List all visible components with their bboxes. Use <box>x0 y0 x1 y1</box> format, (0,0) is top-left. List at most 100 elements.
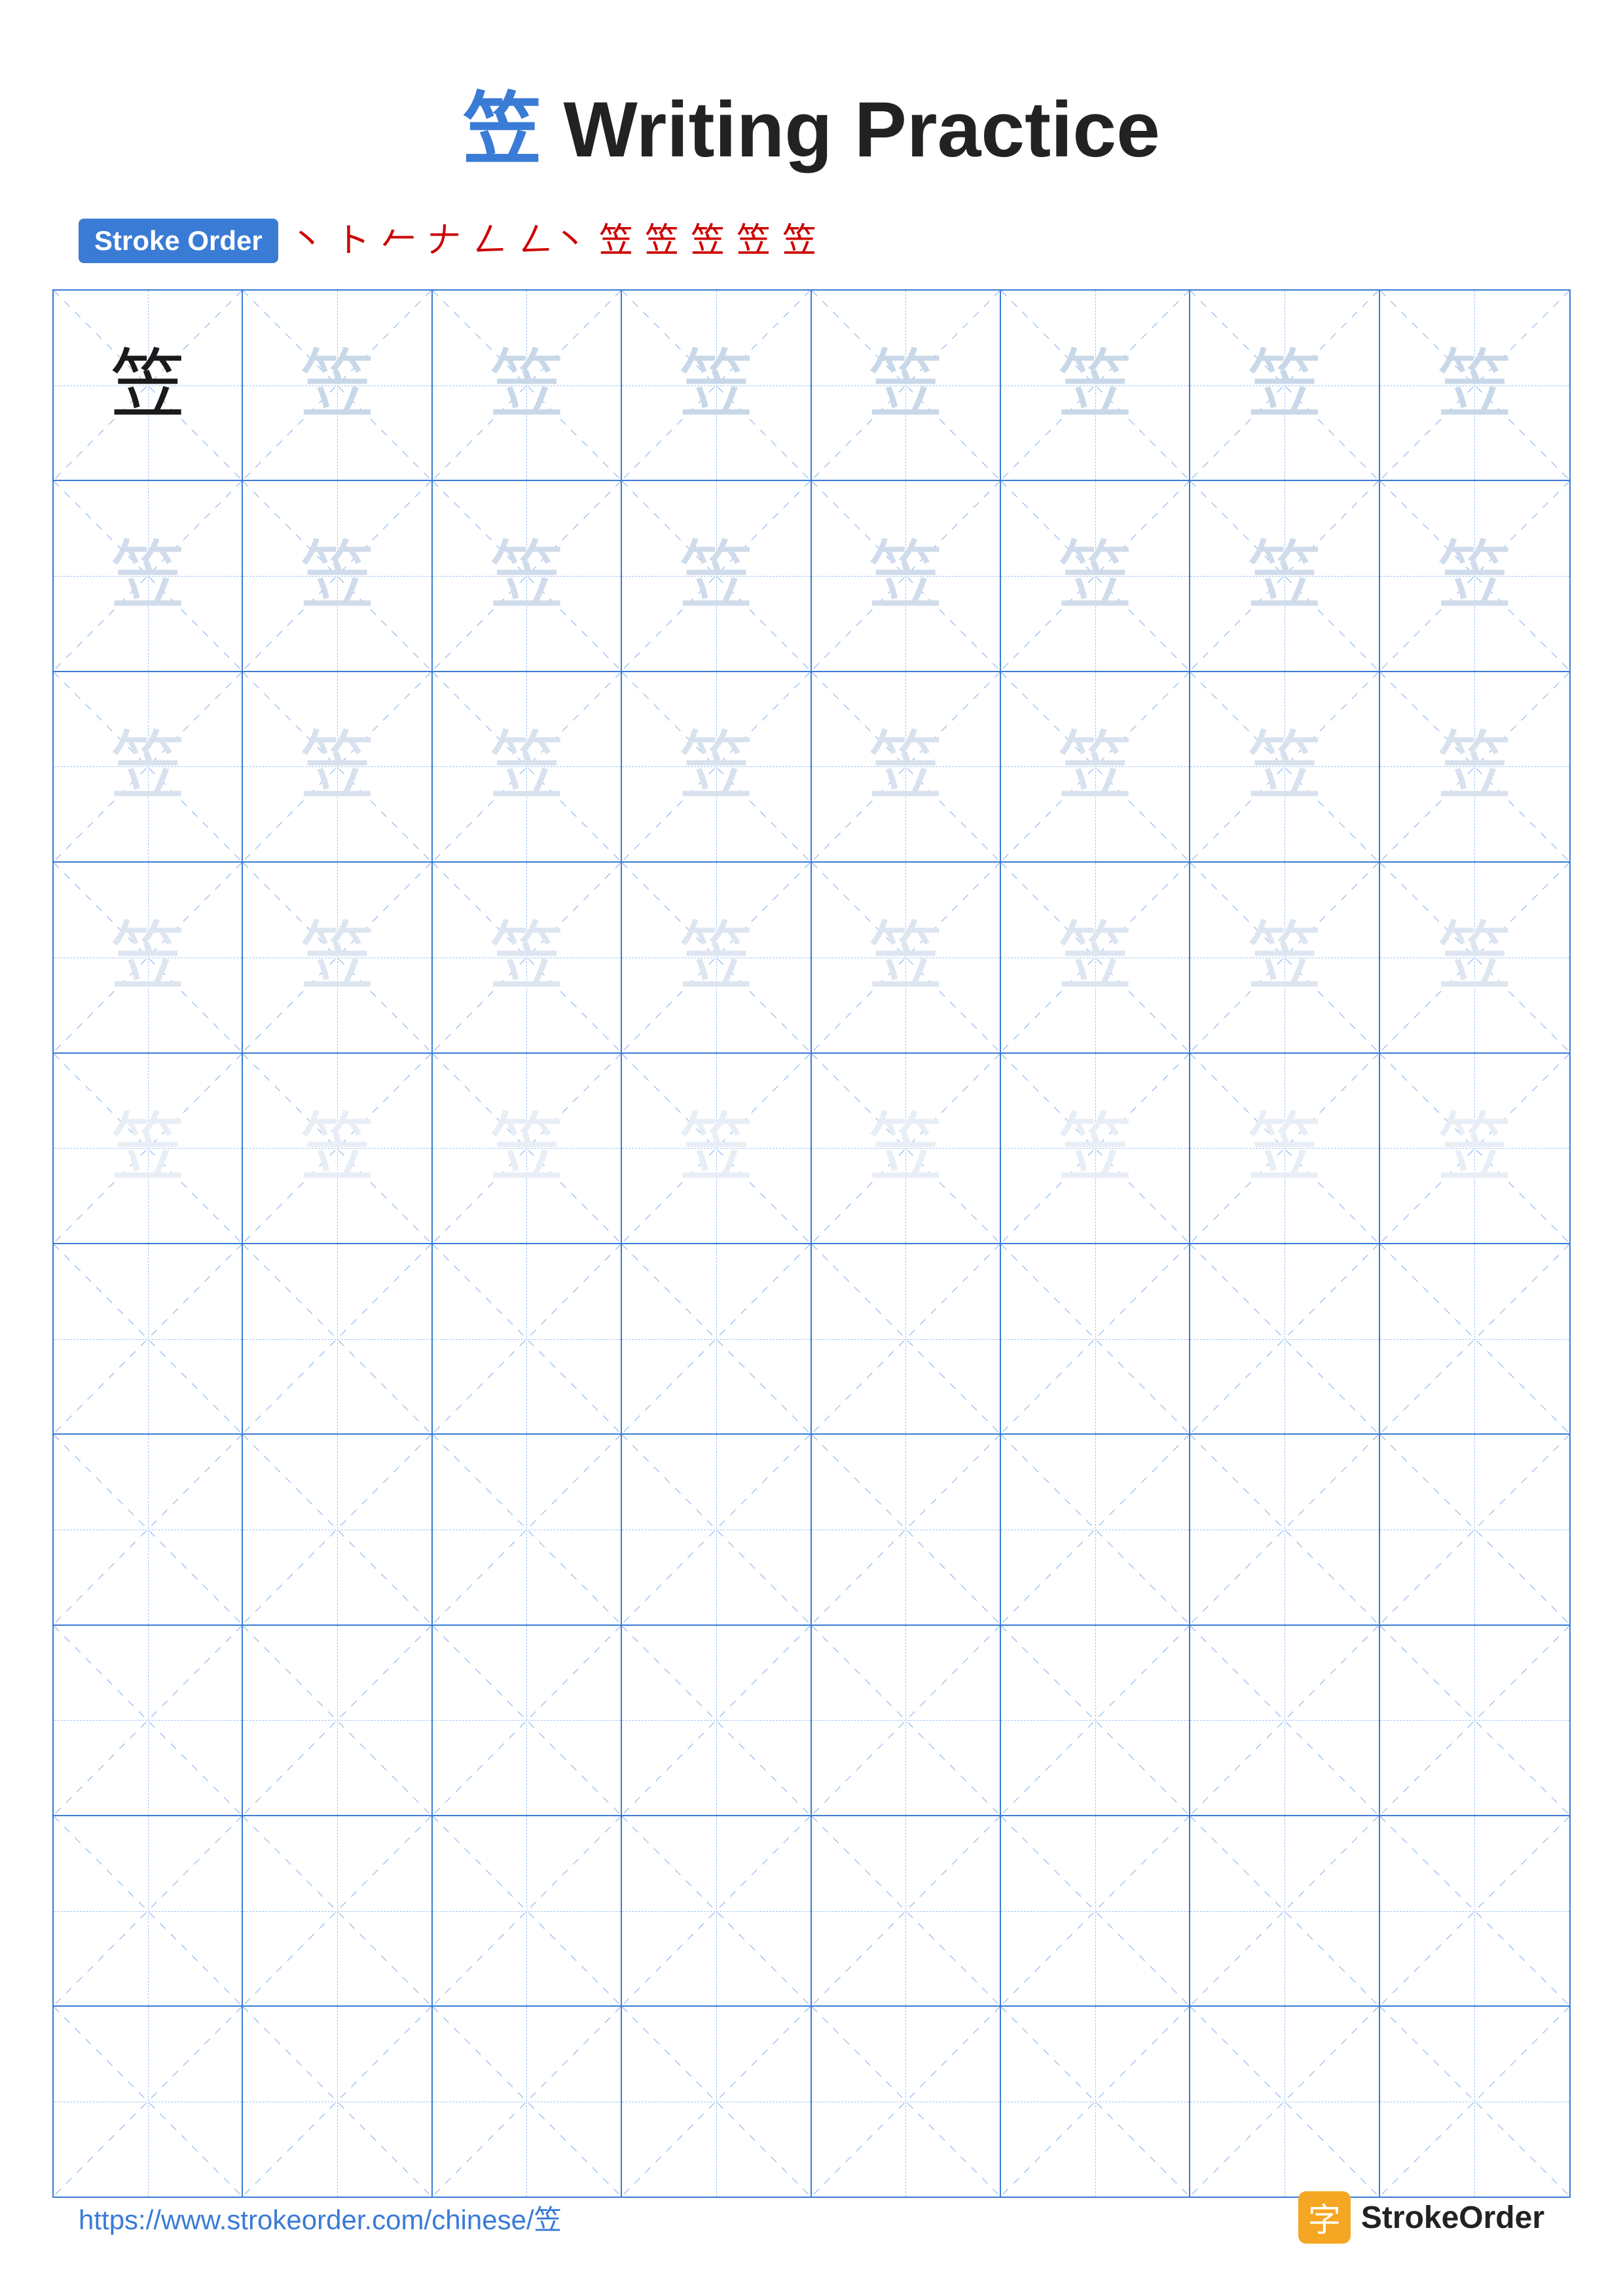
grid-row-1: 笠 笠 笠 笠 笠 笠 笠 笠 <box>54 291 1569 481</box>
grid-cell[interactable]: 笠 <box>1380 481 1569 670</box>
cell-char: 笠 <box>1247 1111 1322 1186</box>
grid-cell[interactable]: 笠 <box>243 291 432 480</box>
grid-cell[interactable] <box>1380 1244 1569 1433</box>
grid-cell[interactable] <box>433 1244 622 1433</box>
cell-char: 笠 <box>489 1111 564 1186</box>
grid-cell[interactable]: 笠 <box>1190 481 1379 670</box>
cell-char: 笠 <box>868 729 943 804</box>
grid-cell[interactable]: 笠 <box>433 291 622 480</box>
grid-cell[interactable]: 笠 <box>54 672 243 861</box>
grid-cell[interactable] <box>1001 1816 1190 2005</box>
grid-cell[interactable] <box>622 2007 811 2196</box>
grid-cell[interactable] <box>622 1244 811 1433</box>
grid-cell[interactable]: 笠 <box>1380 291 1569 480</box>
grid-cell[interactable]: 笠 <box>54 291 243 480</box>
grid-cell[interactable] <box>1001 1626 1190 1815</box>
grid-cell[interactable] <box>433 2007 622 2196</box>
grid-cell[interactable] <box>54 1626 243 1815</box>
grid-cell[interactable]: 笠 <box>1380 1054 1569 1243</box>
grid-cell[interactable]: 笠 <box>243 481 432 670</box>
grid-cell[interactable] <box>1380 1816 1569 2005</box>
grid-cell[interactable] <box>812 2007 1001 2196</box>
grid-cell[interactable] <box>243 1626 432 1815</box>
grid-cell[interactable] <box>54 1816 243 2005</box>
grid-cell[interactable]: 笠 <box>622 1054 811 1243</box>
grid-cell[interactable]: 笠 <box>1190 863 1379 1052</box>
grid-cell[interactable]: 笠 <box>1001 863 1190 1052</box>
grid-cell[interactable]: 笠 <box>54 481 243 670</box>
stroke-step-2: ト <box>336 224 370 258</box>
grid-cell[interactable]: 笠 <box>54 863 243 1052</box>
grid-cell[interactable] <box>812 1816 1001 2005</box>
grid-cell[interactable] <box>433 1626 622 1815</box>
grid-cell[interactable]: 笠 <box>243 672 432 861</box>
grid-cell[interactable]: 笠 <box>1001 672 1190 861</box>
grid-row-10 <box>54 2007 1569 2196</box>
stroke-step-11: 笠 <box>782 224 816 258</box>
practice-grid: 笠 笠 笠 笠 笠 笠 笠 笠 <box>52 289 1571 2198</box>
grid-cell[interactable] <box>1190 1244 1379 1433</box>
cell-char: 笠 <box>1437 539 1512 614</box>
stroke-step-6: 𠃋丶 <box>519 224 587 258</box>
grid-cell[interactable] <box>1380 2007 1569 2196</box>
grid-cell[interactable] <box>1190 2007 1379 2196</box>
grid-cell[interactable]: 笠 <box>433 481 622 670</box>
grid-cell[interactable]: 笠 <box>1380 672 1569 861</box>
grid-cell[interactable]: 笠 <box>1001 481 1190 670</box>
grid-cell[interactable]: 笠 <box>243 863 432 1052</box>
grid-cell[interactable] <box>1190 1626 1379 1815</box>
grid-cell[interactable] <box>1001 1244 1190 1433</box>
grid-cell[interactable]: 笠 <box>54 1054 243 1243</box>
cell-char: 笠 <box>1057 920 1133 995</box>
grid-cell[interactable] <box>1001 1435 1190 1624</box>
grid-cell[interactable]: 笠 <box>622 291 811 480</box>
cell-char: 笠 <box>1057 348 1133 423</box>
grid-cell[interactable]: 笠 <box>1190 291 1379 480</box>
grid-cell[interactable] <box>1380 1435 1569 1624</box>
grid-cell[interactable]: 笠 <box>243 1054 432 1243</box>
cell-char: 笠 <box>1437 348 1512 423</box>
cell-char: 笠 <box>868 348 943 423</box>
grid-cell[interactable] <box>243 2007 432 2196</box>
grid-cell[interactable] <box>812 1626 1001 1815</box>
grid-cell[interactable] <box>622 1816 811 2005</box>
grid-cell[interactable]: 笠 <box>1001 291 1190 480</box>
stroke-step-10: 笠 <box>737 224 771 258</box>
grid-cell[interactable] <box>812 1435 1001 1624</box>
grid-cell[interactable]: 笠 <box>812 863 1001 1052</box>
grid-cell[interactable]: 笠 <box>812 291 1001 480</box>
grid-cell[interactable]: 笠 <box>433 672 622 861</box>
grid-cell[interactable]: 笠 <box>1190 1054 1379 1243</box>
grid-cell[interactable]: 笠 <box>433 1054 622 1243</box>
grid-cell[interactable] <box>433 1435 622 1624</box>
grid-cell[interactable] <box>433 1816 622 2005</box>
grid-cell[interactable] <box>1001 2007 1190 2196</box>
grid-cell[interactable]: 笠 <box>622 481 811 670</box>
grid-cell[interactable] <box>243 1816 432 2005</box>
grid-cell[interactable] <box>622 1435 811 1624</box>
grid-cell[interactable]: 笠 <box>1380 863 1569 1052</box>
grid-cell[interactable] <box>243 1435 432 1624</box>
grid-cell[interactable] <box>54 1244 243 1433</box>
stroke-order-badge: Stroke Order <box>79 219 278 263</box>
grid-cell[interactable]: 笠 <box>812 672 1001 861</box>
grid-cell[interactable] <box>1380 1626 1569 1815</box>
grid-cell[interactable]: 笠 <box>622 672 811 861</box>
grid-cell[interactable]: 笠 <box>1190 672 1379 861</box>
grid-cell[interactable]: 笠 <box>1001 1054 1190 1243</box>
grid-cell[interactable] <box>54 2007 243 2196</box>
grid-cell[interactable] <box>54 1435 243 1624</box>
cell-char: 笠 <box>489 348 564 423</box>
footer-url[interactable]: https://www.strokeorder.com/chinese/笠 <box>79 2198 562 2238</box>
grid-cell[interactable]: 笠 <box>812 481 1001 670</box>
cell-char: 笠 <box>678 920 754 995</box>
grid-cell[interactable] <box>1190 1435 1379 1624</box>
grid-cell[interactable]: 笠 <box>812 1054 1001 1243</box>
grid-cell[interactable] <box>1190 1816 1379 2005</box>
grid-cell[interactable]: 笠 <box>433 863 622 1052</box>
grid-cell[interactable]: 笠 <box>622 863 811 1052</box>
grid-cell[interactable] <box>243 1244 432 1433</box>
stroke-step-1: 丶 <box>290 224 324 258</box>
grid-cell[interactable] <box>812 1244 1001 1433</box>
grid-cell[interactable] <box>622 1626 811 1815</box>
